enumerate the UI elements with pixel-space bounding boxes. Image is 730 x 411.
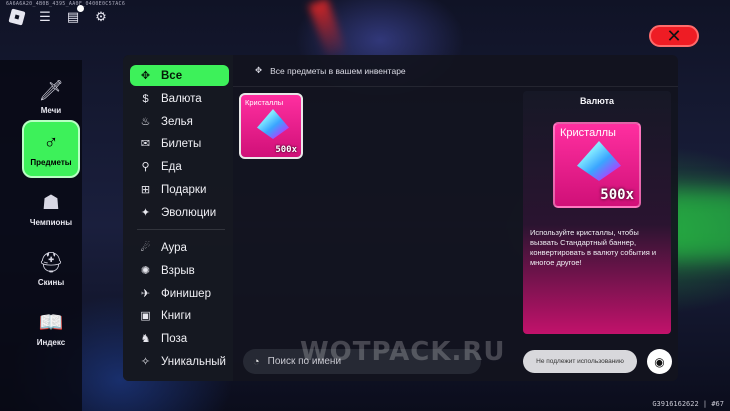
category-label: Аура — [161, 241, 187, 254]
category-label: Книги — [161, 309, 192, 322]
item-quantity: 500x — [275, 145, 297, 155]
category-label: Билеты — [161, 137, 202, 150]
server-id: G3916162622 | #67 — [652, 400, 724, 408]
gear-icon: ⚙ — [95, 9, 107, 24]
hamburger-icon: ☰ — [39, 9, 51, 24]
pose-icon: ♞ — [140, 333, 151, 345]
roblox-menu-button[interactable] — [8, 8, 26, 26]
nav-item-skins[interactable]: ⛑ Скины — [22, 240, 80, 298]
category-gifts[interactable]: ⊞ Подарки — [130, 179, 229, 200]
chat-icon: ▤ — [66, 9, 80, 24]
category-label: Уникальный — [161, 355, 226, 368]
sparkle-icon: ✦ — [140, 207, 151, 219]
bag-icon: ♂ — [43, 131, 59, 154]
background-red-light — [308, 0, 348, 62]
category-label: Поза — [161, 332, 188, 345]
crystal-icon — [577, 141, 621, 181]
category-finisher[interactable]: ✈ Финишер — [130, 283, 229, 304]
item-name: Кристаллы — [245, 98, 284, 107]
aura-icon: ☄ — [140, 242, 151, 254]
category-label: Финишер — [161, 287, 211, 300]
category-sidebar: ✥ Все $ Валюта ♨ Зелья ✉ Билеты ⚲ Еда ⊞ … — [123, 55, 233, 381]
food-icon: ⚲ — [141, 161, 150, 173]
close-button[interactable]: ✕ — [649, 25, 699, 47]
inventory-header: ✥ Все предметы в вашем инвентаре — [233, 55, 678, 87]
nav-item-index[interactable]: 📖 Индекс — [22, 300, 80, 358]
sword-icon: 🗡 — [38, 79, 64, 102]
session-id: 6A6A6A20_4B0B_4395_AA0F_0400E0C57AC6 — [6, 1, 126, 7]
books-icon: ▣ — [140, 310, 151, 322]
category-label: Зелья — [161, 115, 193, 128]
gift-icon: ⊞ — [140, 184, 151, 196]
detail-description: Используйте кристаллы, чтобы вызвать Ста… — [530, 228, 657, 267]
dollar-icon: $ — [142, 92, 149, 105]
nav-item-label: Предметы — [30, 157, 72, 167]
champion-icon: ☗ — [42, 191, 60, 214]
inventory-header-text: Все предметы в вашем инвентаре — [270, 65, 406, 76]
ticket-icon: ✉ — [140, 138, 151, 150]
nav-item-label: Индекс — [36, 337, 66, 347]
search-icon: ◔ — [253, 355, 260, 368]
close-icon: ✕ — [666, 25, 682, 46]
category-explosion[interactable]: ✺ Взрыв — [130, 260, 229, 281]
category-pose[interactable]: ♞ Поза — [130, 328, 229, 349]
category-label: Эволюции — [161, 206, 217, 219]
not-usable-button[interactable]: Не подлежит использованию — [523, 350, 637, 373]
item-detail-panel: Валюта Кристаллы 500x Используйте криста… — [523, 91, 671, 334]
category-currency[interactable]: $ Валюта — [130, 88, 229, 109]
category-evolutions[interactable]: ✦ Эволюции — [130, 202, 229, 223]
category-tickets[interactable]: ✉ Билеты — [130, 133, 229, 154]
nav-item-label: Мечи — [40, 105, 62, 115]
finisher-icon: ✈ — [140, 288, 151, 300]
nav-item-label: Чемпионы — [29, 217, 73, 227]
nav-item-champions[interactable]: ☗ Чемпионы — [22, 180, 80, 238]
category-potions[interactable]: ♨ Зелья — [130, 111, 229, 132]
helmet-icon: ⛑ — [38, 251, 64, 274]
crystal-icon — [257, 109, 289, 139]
detail-item-card: Кристаллы 500x — [553, 122, 641, 208]
category-books[interactable]: ▣ Книги — [130, 305, 229, 326]
roblox-logo-icon — [8, 8, 26, 26]
settings-button[interactable]: ⚙ — [92, 8, 110, 26]
watermark: WOTPACK.RU — [300, 337, 506, 367]
unique-icon: ✧ — [140, 356, 151, 368]
notification-dot — [77, 5, 84, 12]
inventory-panel: ✥ Все $ Валюта ♨ Зелья ✉ Билеты ⚲ Еда ⊞ … — [123, 55, 678, 381]
grid-icon: ✥ — [140, 70, 151, 82]
category-label: Подарки — [161, 183, 207, 196]
category-unique[interactable]: ✧ Уникальный — [130, 351, 229, 372]
detail-category-title: Валюта — [579, 96, 615, 106]
eye-icon: ◉ — [654, 354, 665, 369]
nav-item-items[interactable]: ♂ Предметы — [22, 120, 80, 178]
roblox-top-bar: ☰ ▤ ⚙ — [8, 5, 110, 26]
item-card-crystals[interactable]: Кристаллы 500x — [239, 93, 303, 159]
left-navigation: 🗡 Мечи ♂ Предметы ☗ Чемпионы ⛑ Скины 📖 И… — [0, 60, 82, 411]
hamburger-menu-button[interactable]: ☰ — [36, 8, 54, 26]
nav-item-swords[interactable]: 🗡 Мечи — [22, 68, 80, 126]
category-divider — [137, 229, 225, 230]
book-icon: 📖 — [38, 311, 64, 334]
category-food[interactable]: ⚲ Еда — [130, 156, 229, 177]
view-toggle-button[interactable]: ◉ — [647, 349, 672, 374]
category-all[interactable]: ✥ Все — [130, 65, 229, 86]
category-label: Взрыв — [161, 264, 195, 277]
explosion-icon: ✺ — [140, 265, 151, 277]
item-grid: Кристаллы 500x — [233, 87, 523, 345]
grid-icon: ✥ — [255, 65, 263, 75]
category-label: Валюта — [161, 92, 202, 105]
category-label: Еда — [161, 160, 182, 173]
detail-item-quantity: 500x — [600, 187, 634, 203]
category-aura[interactable]: ☄ Аура — [130, 237, 229, 258]
category-label: Все — [161, 69, 183, 82]
chat-button[interactable]: ▤ — [64, 5, 84, 26]
detail-item-name: Кристаллы — [560, 127, 616, 139]
potion-icon: ♨ — [140, 116, 151, 128]
nav-item-label: Скины — [37, 277, 65, 287]
